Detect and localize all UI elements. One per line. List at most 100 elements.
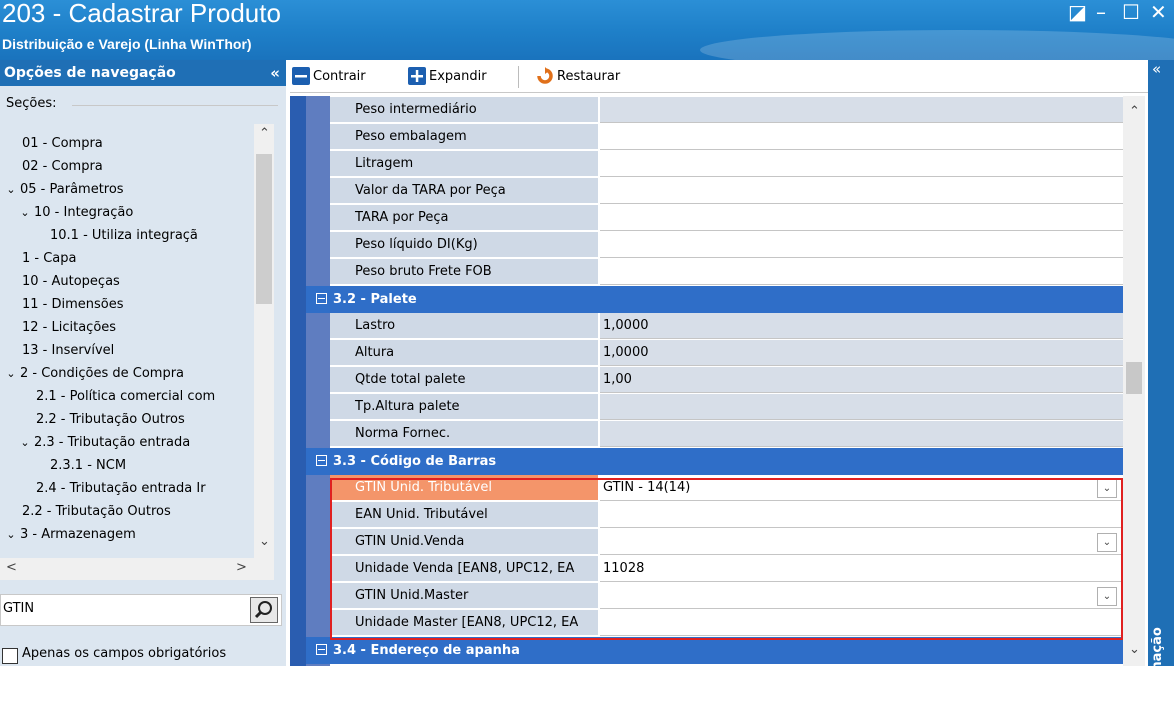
tree-item[interactable]: 10.1 - Utiliza integraçã bbox=[32, 224, 198, 248]
expand-info-icon[interactable]: « bbox=[1152, 60, 1161, 78]
grid-row-value[interactable]: 1,0000 bbox=[600, 313, 1123, 339]
tree-item[interactable]: ⌄ 2.3 - Tributação entrada bbox=[18, 431, 190, 455]
tree-expander-icon[interactable]: ⌄ bbox=[18, 431, 32, 455]
grid-row-value[interactable] bbox=[600, 124, 1123, 150]
grid-row-value[interactable] bbox=[600, 151, 1123, 177]
grid-row[interactable]: Peso líquido DI(Kg) bbox=[330, 232, 1123, 259]
tree-item[interactable]: 13 - Inservível bbox=[4, 339, 114, 363]
info-panel-collapsed[interactable]: « Informação bbox=[1148, 60, 1174, 710]
grid-row[interactable]: Tp.Altura palete bbox=[330, 394, 1123, 421]
section-palete[interactable]: 3.2 - Palete bbox=[306, 286, 1123, 313]
tree-item-label: 05 - Parâmetros bbox=[20, 182, 124, 197]
scroll-left-icon[interactable]: < bbox=[6, 560, 17, 575]
grid-row-label: TARA por Peça bbox=[330, 205, 598, 231]
grid-vertical-scrollbar[interactable]: ⌃ ⌄ bbox=[1123, 96, 1145, 666]
grid-row[interactable]: Litragem bbox=[330, 151, 1123, 178]
tree-expander-icon[interactable]: ⌄ bbox=[18, 201, 32, 225]
maximize-button[interactable]: ☐ bbox=[1122, 0, 1140, 24]
grid-row-value[interactable] bbox=[600, 259, 1123, 285]
grid-row-label: Norma Fornec. bbox=[330, 421, 598, 447]
tree-expander-icon[interactable]: ⌄ bbox=[4, 178, 18, 202]
scroll-down-icon[interactable]: ⌄ bbox=[1129, 642, 1140, 657]
restore-icon[interactable]: ◪ bbox=[1068, 0, 1087, 24]
toolbar: Contrair Expandir Restaurar bbox=[290, 62, 1150, 93]
scroll-down-icon[interactable]: ⌄ bbox=[259, 534, 270, 549]
tree-item[interactable]: ⌄ 10 - Integração bbox=[18, 201, 133, 225]
tree-item[interactable]: ⌄ 3 - Armazenagem bbox=[4, 523, 136, 547]
info-panel-label: Informação bbox=[1150, 627, 1165, 710]
tree-item[interactable]: ⌄ 2 - Condições de Compra bbox=[4, 362, 184, 386]
scroll-thumb[interactable] bbox=[256, 154, 272, 304]
tree-item[interactable]: 10 - Autopeças bbox=[4, 270, 120, 294]
collapse-nav-icon[interactable]: « bbox=[270, 60, 280, 86]
collapse-section-icon[interactable] bbox=[316, 293, 327, 304]
section-title: 3.2 - Palete bbox=[333, 292, 417, 307]
tree-expander-icon[interactable]: ⌄ bbox=[4, 362, 18, 386]
required-fields-checkbox[interactable] bbox=[2, 648, 18, 664]
grid-row-label: Valor da TARA por Peça bbox=[330, 178, 598, 204]
collapse-section-icon[interactable] bbox=[316, 455, 327, 466]
tree-expander-icon[interactable]: ⌄ bbox=[4, 523, 18, 547]
tree-item[interactable]: 1 - Capa bbox=[4, 247, 77, 271]
grid-row-value[interactable] bbox=[600, 178, 1123, 204]
minimize-button[interactable]: – bbox=[1096, 0, 1106, 24]
scroll-right-icon[interactable]: > bbox=[236, 560, 247, 575]
section-endereco-de-apanha[interactable]: 3.4 - Endereço de apanha bbox=[306, 637, 1123, 664]
collapse-icon bbox=[292, 66, 310, 85]
grid-row-value[interactable] bbox=[600, 421, 1123, 447]
sections-tree[interactable]: 01 - Compra 02 - Compra ⌄ 05 - Parâmetros ⌄ 1… bbox=[0, 124, 254, 558]
search-input[interactable]: GTIN bbox=[3, 601, 34, 616]
grid-row[interactable]: Valor da TARA por Peça bbox=[330, 178, 1123, 205]
tree-item-label: 2.3 - Tributação entrada bbox=[34, 435, 191, 450]
search-field[interactable]: GTIN bbox=[0, 594, 282, 626]
search-button[interactable] bbox=[250, 597, 278, 623]
grid-row-value[interactable]: 1,0000 bbox=[600, 340, 1123, 366]
grid-row-value[interactable] bbox=[600, 394, 1123, 420]
grid-row-label: Tp.Altura palete bbox=[330, 394, 598, 420]
grid-row[interactable]: Altura 1,0000 bbox=[330, 340, 1123, 367]
tree-item-label: 11 - Dimensões bbox=[22, 297, 124, 312]
expandir-button[interactable]: Expandir bbox=[408, 66, 487, 88]
tree-item[interactable]: 2.2 - Tributação Outros bbox=[18, 408, 185, 432]
close-button[interactable]: ✕ bbox=[1150, 0, 1167, 24]
grid-row-label: Litragem bbox=[330, 151, 598, 177]
tree-item-label: 10 - Integração bbox=[34, 205, 134, 220]
grid-row[interactable]: Peso bruto Frete FOB bbox=[330, 259, 1123, 286]
tree-item[interactable]: 11 - Dimensões bbox=[4, 293, 124, 317]
tree-item[interactable]: 2.3.1 - NCM bbox=[32, 454, 126, 478]
scroll-up-icon[interactable]: ⌃ bbox=[259, 126, 270, 141]
tree-item[interactable]: 2.1 - Política comercial com bbox=[18, 385, 215, 409]
grid-row-value[interactable] bbox=[600, 205, 1123, 231]
tree-item[interactable]: 02 - Compra bbox=[4, 155, 103, 179]
grid-row[interactable]: Norma Fornec. bbox=[330, 421, 1123, 448]
grid-row[interactable]: Peso intermediário bbox=[330, 97, 1123, 124]
grid-row-value[interactable]: 1,00 bbox=[600, 367, 1123, 393]
scroll-up-icon[interactable]: ⌃ bbox=[1129, 104, 1140, 119]
restaurar-button[interactable]: Restaurar bbox=[536, 66, 620, 88]
scroll-thumb[interactable] bbox=[1126, 362, 1142, 394]
tree-item[interactable]: ⌄ 05 - Parâmetros bbox=[4, 178, 124, 202]
grid-row[interactable]: Qtde total palete 1,00 bbox=[330, 367, 1123, 394]
tree-item[interactable]: 12 - Licitações bbox=[4, 316, 116, 340]
grid-row-value[interactable] bbox=[600, 97, 1123, 123]
grid-row[interactable]: Lastro 1,0000 bbox=[330, 313, 1123, 340]
contrair-button[interactable]: Contrair bbox=[292, 66, 366, 88]
tree-item-label: 01 - Compra bbox=[22, 136, 103, 151]
tree-item[interactable]: 2.4 - Tributação entrada Ir bbox=[18, 477, 206, 501]
navigation-header: Opções de navegação « bbox=[0, 60, 286, 86]
title-decoration bbox=[700, 30, 1174, 60]
grid-row[interactable]: Peso embalagem bbox=[330, 124, 1123, 151]
section-title: 3.3 - Código de Barras bbox=[333, 454, 497, 469]
grid-row[interactable]: TARA por Peça bbox=[330, 205, 1123, 232]
tree-vertical-scrollbar[interactable]: ⌃ ⌄ bbox=[254, 124, 274, 558]
collapse-section-icon[interactable] bbox=[316, 644, 327, 655]
toolbar-separator bbox=[518, 66, 519, 88]
tree-item-label: 12 - Licitações bbox=[22, 320, 117, 335]
grid-row-label: Altura bbox=[330, 340, 598, 366]
tree-item-label: 3 - Armazenagem bbox=[20, 527, 136, 542]
tree-item[interactable]: 01 - Compra bbox=[4, 132, 103, 156]
section-codigo-de-barras[interactable]: 3.3 - Código de Barras bbox=[306, 448, 1123, 475]
grid-row-value[interactable] bbox=[600, 232, 1123, 258]
tree-item[interactable]: 2.2 - Tributação Outros bbox=[4, 500, 171, 524]
tree-horizontal-scrollbar[interactable]: < > bbox=[0, 558, 274, 580]
